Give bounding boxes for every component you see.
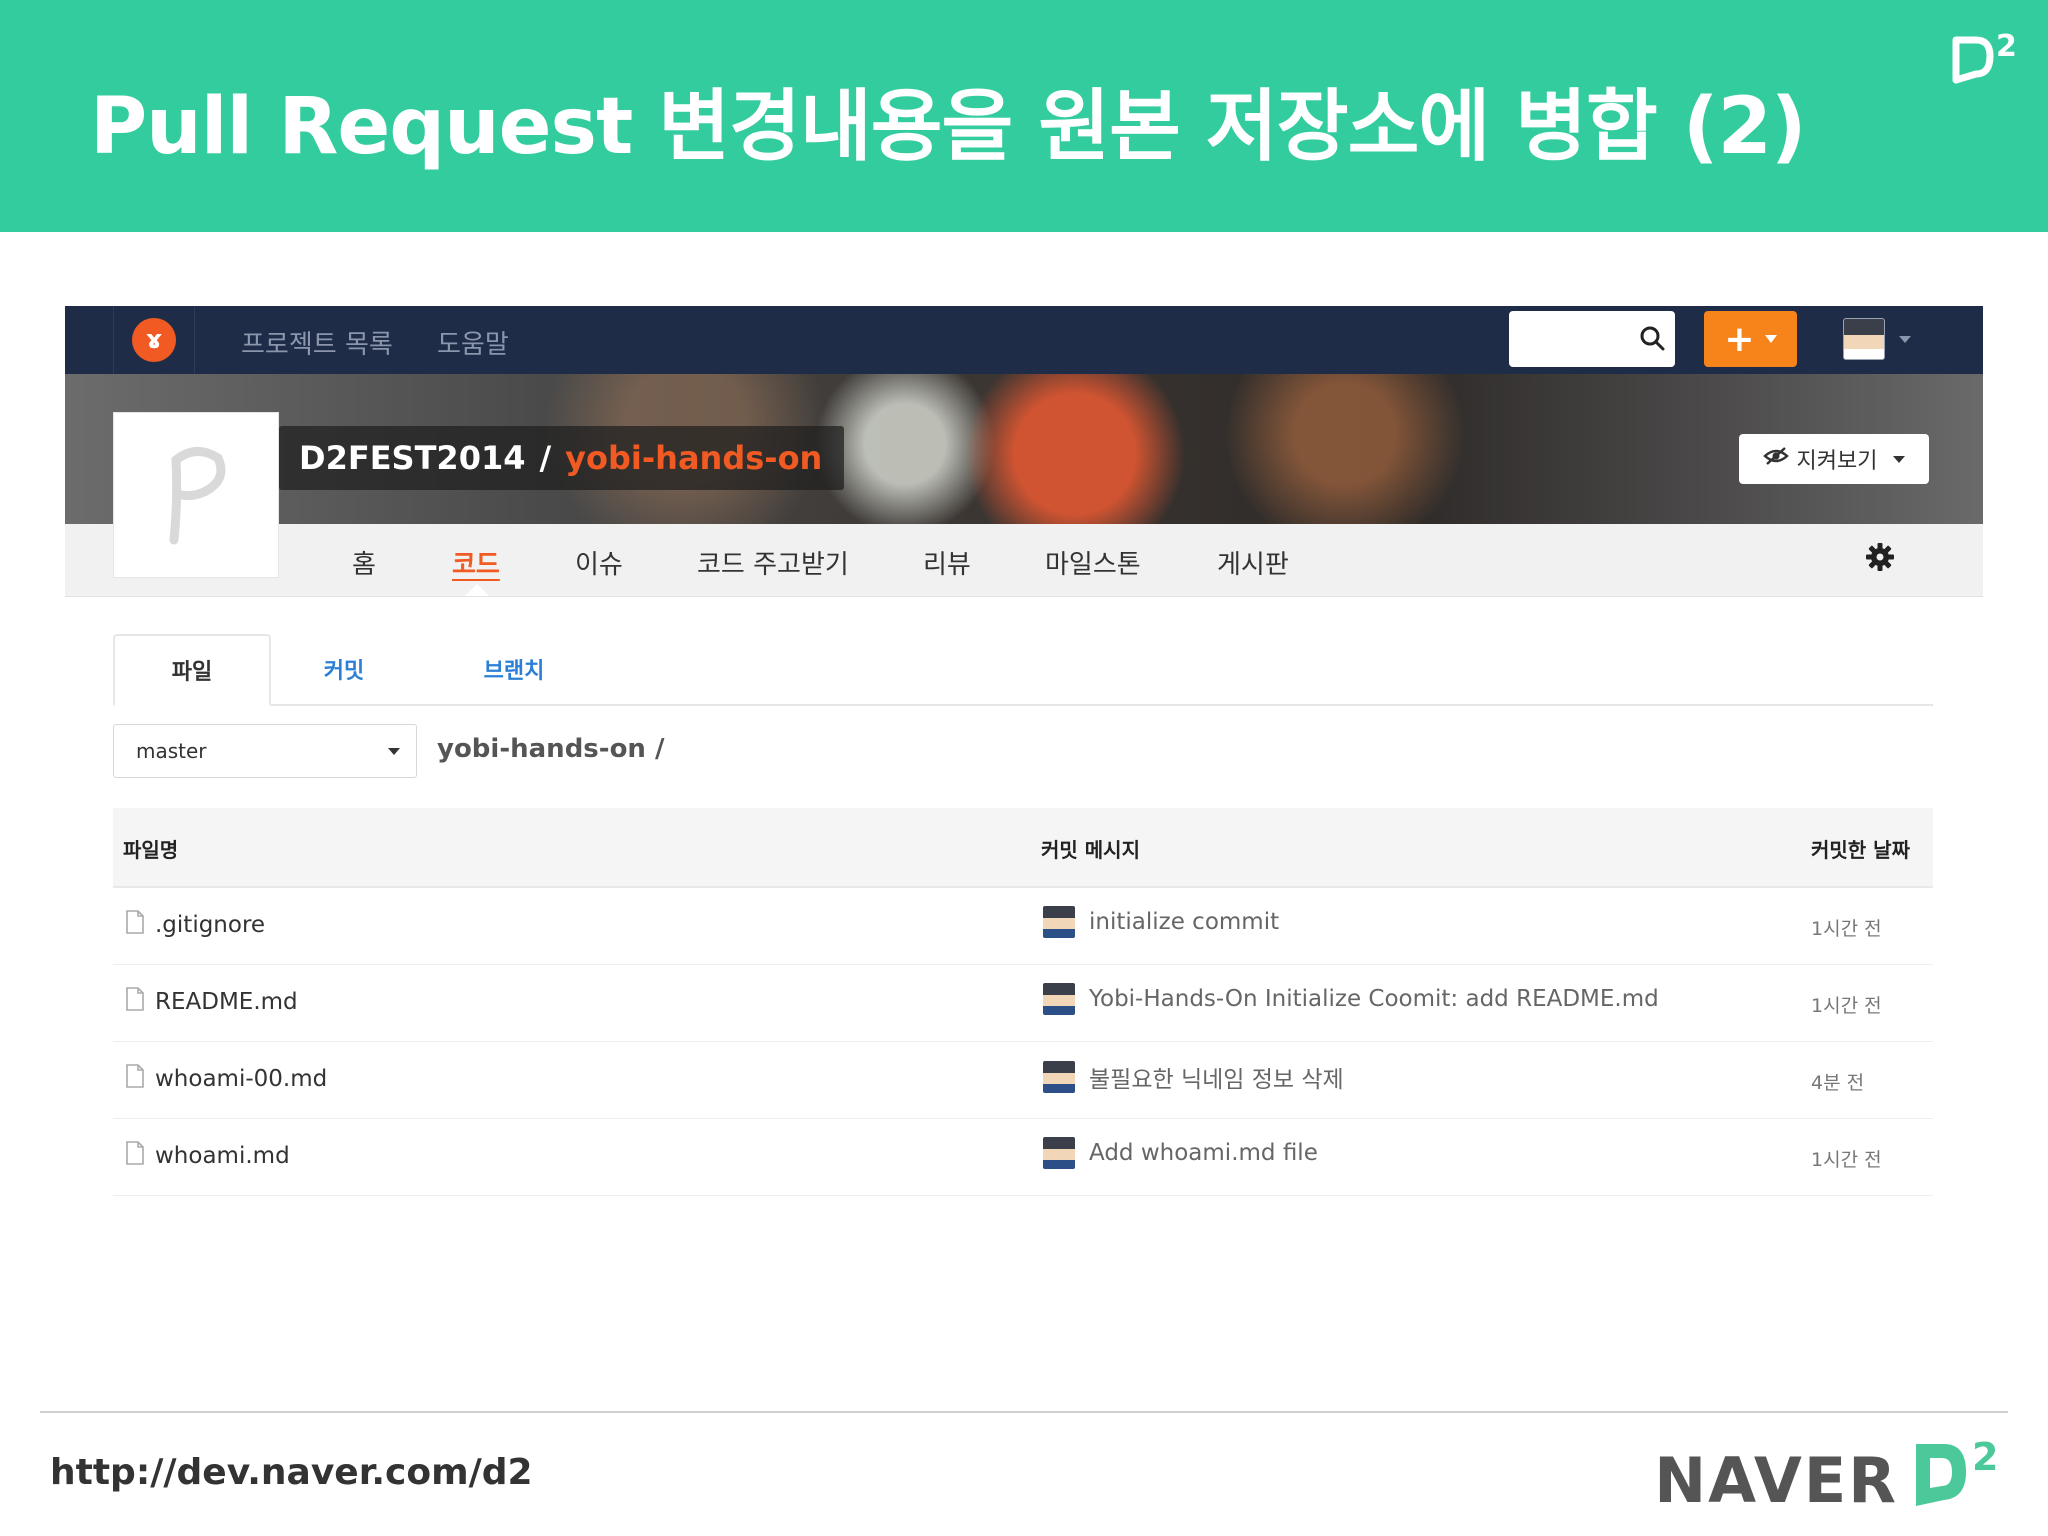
code-subtabs: 파일 커밋 브랜치 <box>113 634 1933 706</box>
tab-home[interactable]: 홈 <box>352 544 376 581</box>
commit-date: 4분 전 <box>1811 1072 1865 1094</box>
author-avatar <box>1043 983 1075 1015</box>
watch-label: 지켜보기 <box>1796 449 1878 474</box>
footer-divider <box>40 1411 2008 1413</box>
commit-date: 1시간 전 <box>1811 918 1882 940</box>
nav-projects-link[interactable]: 프로젝트 목록 <box>241 324 393 361</box>
create-new-button[interactable]: + <box>1704 311 1797 367</box>
commit-message: Yobi-Hands-On Initialize Coomit: add REA… <box>1089 986 1659 1012</box>
subtab-files[interactable]: 파일 <box>113 634 271 706</box>
subtab-commits[interactable]: 커밋 <box>267 634 421 704</box>
chevron-down-icon <box>388 747 400 755</box>
column-header-commit-date: 커밋한 날짜 <box>1811 838 1910 862</box>
file-link[interactable]: README.md <box>125 987 298 1017</box>
project-separator: / <box>539 439 552 477</box>
tab-code[interactable]: 코드 <box>452 544 500 581</box>
user-menu[interactable] <box>1843 318 1911 360</box>
project-logo <box>113 412 279 578</box>
project-banner: D2FEST2014 / yobi-hands-on 지켜보기 <box>65 374 1983 524</box>
footer-brand: NAVER 2 <box>1654 1430 2008 1517</box>
eye-slash-icon <box>1762 446 1789 472</box>
file-link[interactable]: whoami.md <box>125 1141 290 1171</box>
yobi-logo-icon: ɤ <box>132 318 176 362</box>
tab-issues[interactable]: 이슈 <box>575 544 623 581</box>
file-icon <box>125 1064 145 1094</box>
tab-board[interactable]: 게시판 <box>1217 544 1289 581</box>
file-name: README.md <box>155 989 298 1015</box>
tab-pull-requests[interactable]: 코드 주고받기 <box>697 544 849 581</box>
file-icon <box>125 987 145 1017</box>
commit-message: Add whoami.md file <box>1089 1140 1318 1166</box>
naver-wordmark: NAVER <box>1654 1444 1898 1517</box>
author-avatar <box>1043 1061 1075 1093</box>
file-link[interactable]: .gitignore <box>125 910 265 940</box>
search-input[interactable] <box>1519 311 1643 365</box>
commit-message: initialize commit <box>1089 909 1280 935</box>
footer-url: http://dev.naver.com/d2 <box>50 1452 533 1493</box>
plus-icon: + <box>1724 318 1755 360</box>
table-row: README.md Yobi-Hands-On Initialize Coomi… <box>113 965 1933 1042</box>
column-header-commit-message: 커밋 메시지 <box>1041 838 1140 862</box>
brand-home-link[interactable]: ɤ <box>113 306 195 374</box>
d2-logo-icon: 2 <box>1908 1430 2008 1514</box>
commit-date: 1시간 전 <box>1811 1149 1882 1171</box>
commit-message: 불필요한 닉네임 정보 삭제 <box>1089 1067 1344 1093</box>
yobi-app-screenshot: ɤ 프로젝트 목록 도움말 + D2FEST2014 / yobi-hands-… <box>65 306 1983 1206</box>
gear-icon[interactable] <box>1865 542 1895 576</box>
d2-logo-icon: 2 <box>1950 26 2020 90</box>
svg-text:2: 2 <box>1972 1435 1998 1479</box>
table-row: whoami-00.md 불필요한 닉네임 정보 삭제 4분 전 <box>113 1042 1933 1119</box>
nav-help-link[interactable]: 도움말 <box>437 324 509 361</box>
repo-path-breadcrumb[interactable]: yobi-hands-on / <box>437 734 665 764</box>
commit-date: 1시간 전 <box>1811 995 1882 1017</box>
table-row: .gitignore initialize commit 1시간 전 <box>113 888 1933 965</box>
slide-header: Pull Request 변경내용을 원본 저장소에 병합 (2) 2 <box>0 0 2048 232</box>
commit-message-link[interactable]: Yobi-Hands-On Initialize Coomit: add REA… <box>1043 983 1659 1015</box>
file-icon <box>125 910 145 940</box>
chevron-down-icon <box>1899 335 1911 343</box>
project-owner-link[interactable]: D2FEST2014 <box>299 439 525 477</box>
user-avatar <box>1843 318 1885 360</box>
file-name: .gitignore <box>155 912 266 938</box>
author-avatar <box>1043 906 1075 938</box>
svg-text:2: 2 <box>1996 29 2017 64</box>
tab-review[interactable]: 리뷰 <box>923 544 971 581</box>
commit-message-link[interactable]: 불필요한 닉네임 정보 삭제 <box>1043 1060 1344 1094</box>
search-box <box>1509 311 1675 367</box>
commit-message-link[interactable]: initialize commit <box>1043 906 1279 938</box>
tab-milestones[interactable]: 마일스톤 <box>1045 544 1141 581</box>
file-link[interactable]: whoami-00.md <box>125 1064 327 1094</box>
branch-select[interactable]: master <box>113 724 417 778</box>
project-repo-link[interactable]: yobi-hands-on <box>565 439 822 477</box>
project-title: D2FEST2014 / yobi-hands-on <box>279 426 845 490</box>
chevron-down-icon <box>1764 335 1777 343</box>
table-row: whoami.md Add whoami.md file 1시간 전 <box>113 1119 1933 1196</box>
file-table: 파일명 커밋 메시지 커밋한 날짜 .gitignore initialize … <box>113 808 1933 1196</box>
file-name: whoami.md <box>155 1143 290 1169</box>
table-header: 파일명 커밋 메시지 커밋한 날짜 <box>113 808 1933 888</box>
search-icon[interactable] <box>1639 325 1665 355</box>
column-header-filename: 파일명 <box>123 838 179 862</box>
file-name: whoami-00.md <box>155 1066 328 1092</box>
slide-title: Pull Request 변경내용을 원본 저장소에 병합 (2) <box>90 82 1806 172</box>
branch-select-value: master <box>136 739 207 763</box>
subtab-branches[interactable]: 브랜치 <box>437 634 591 704</box>
active-tab-pointer <box>465 584 489 596</box>
project-tabs: 홈 코드 이슈 코드 주고받기 리뷰 마일스톤 게시판 <box>65 524 1983 597</box>
chevron-down-icon <box>1893 455 1906 463</box>
author-avatar <box>1043 1137 1075 1169</box>
top-navigation-bar: ɤ 프로젝트 목록 도움말 + <box>65 306 1983 374</box>
watch-button[interactable]: 지켜보기 <box>1739 434 1929 484</box>
commit-message-link[interactable]: Add whoami.md file <box>1043 1137 1318 1169</box>
file-icon <box>125 1141 145 1171</box>
